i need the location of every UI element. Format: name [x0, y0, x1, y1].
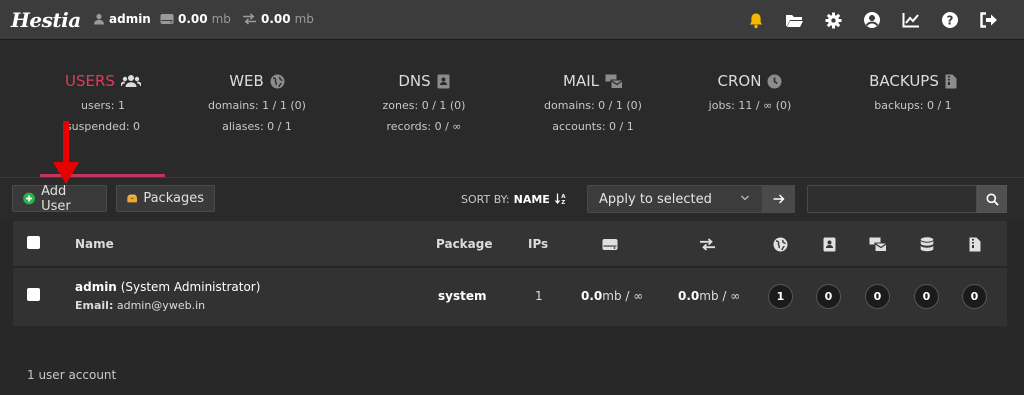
search-input[interactable]	[807, 185, 977, 213]
bell-icon[interactable]	[745, 9, 767, 31]
box-icon	[127, 194, 138, 203]
user-fullname: (System Administrator)	[120, 280, 261, 294]
row-checkbox[interactable]	[27, 288, 40, 301]
folder-icon[interactable]	[783, 9, 805, 31]
header-ips[interactable]: IPs	[528, 237, 548, 251]
address-book-icon	[820, 235, 838, 253]
hestia-logo[interactable]: Hestia	[11, 8, 81, 32]
mail-bulk-icon	[605, 74, 623, 89]
stat-users[interactable]: USERS users: 1 suspended: 0	[18, 71, 188, 133]
packages-button[interactable]: Packages	[116, 185, 215, 212]
ips-cell: 1	[535, 289, 543, 303]
sort-by-control[interactable]: SORT BY: NAME AZ	[461, 193, 567, 206]
username: admin	[75, 280, 117, 294]
mail-count-badge: 0	[865, 284, 890, 309]
gear-icon[interactable]	[822, 9, 844, 31]
user-email: Email: admin@yweb.in	[75, 299, 206, 312]
stats-panel: USERS users: 1 suspended: 0 WEB domains:…	[0, 41, 1024, 178]
mail-bulk-icon	[869, 235, 887, 253]
apply-button[interactable]	[763, 185, 795, 213]
backups-count-badge: 0	[962, 284, 987, 309]
search-icon	[986, 193, 999, 206]
file-archive-icon	[945, 74, 957, 88]
users-icon	[120, 75, 141, 87]
toolbar: Add User Packages SORT BY: NAME AZ Apply …	[0, 178, 1024, 220]
sort-alpha-icon: AZ	[555, 193, 567, 206]
svg-text:?: ?	[947, 13, 954, 27]
disk-usage: 0.00 mb	[160, 12, 231, 26]
address-book-icon	[437, 74, 450, 88]
plus-circle-icon	[23, 192, 35, 205]
globe-icon	[771, 235, 789, 253]
bandwidth-cell: 0.0mb / ∞	[678, 289, 741, 303]
stat-mail[interactable]: MAIL domains: 0 / 1 (0) accounts: 0 / 1	[508, 71, 678, 133]
svg-text:Z: Z	[562, 200, 566, 204]
logout-icon[interactable]	[977, 9, 999, 31]
disk-cell: 0.0mb / ∞	[581, 289, 644, 303]
package-cell[interactable]: system	[438, 289, 487, 303]
table-header: Name Package IPs	[13, 221, 1007, 267]
arrow-right-icon	[773, 194, 785, 204]
hdd-icon	[160, 14, 174, 24]
stat-dns[interactable]: DNS zones: 0 / 1 (0) records: 0 / ∞	[339, 71, 509, 133]
hdd-icon	[601, 235, 619, 253]
user-icon	[94, 13, 104, 25]
header-name[interactable]: Name	[75, 237, 114, 251]
table-row[interactable]: admin (System Administrator) Email: admi…	[13, 268, 1007, 326]
file-archive-icon	[966, 235, 984, 253]
user-circle-icon[interactable]	[861, 9, 883, 31]
dns-count-badge: 0	[816, 284, 841, 309]
stat-web[interactable]: WEB domains: 1 / 1 (0) aliases: 0 / 1	[172, 71, 342, 133]
chart-line-icon[interactable]	[900, 9, 922, 31]
annotation-arrow-shaft	[63, 121, 69, 165]
annotation-arrow-head	[53, 162, 79, 184]
user-count-footer: 1 user account	[27, 368, 117, 382]
header-package[interactable]: Package	[436, 237, 493, 251]
stat-cron[interactable]: CRON jobs: 11 / ∞ (0)	[665, 71, 835, 112]
select-all-checkbox[interactable]	[27, 236, 40, 249]
web-count-badge: 1	[768, 284, 793, 309]
db-count-badge: 0	[914, 284, 939, 309]
username: admin	[109, 12, 151, 26]
top-bar: Hestia admin 0.00 mb 0.00 mb ?	[0, 0, 1024, 40]
globe-icon	[270, 74, 285, 88]
current-user[interactable]: admin	[93, 12, 151, 26]
exchange-icon	[698, 235, 716, 253]
chevron-down-icon	[741, 195, 749, 201]
exchange-icon	[243, 13, 256, 25]
add-user-button[interactable]: Add User	[12, 184, 107, 214]
stat-backups[interactable]: BACKUPS backups: 0 / 1	[828, 71, 998, 112]
user-name-cell[interactable]: admin (System Administrator)	[75, 280, 260, 294]
clock-icon	[767, 74, 782, 88]
bulk-action-select[interactable]: Apply to selected	[587, 185, 763, 213]
database-icon	[918, 235, 936, 253]
search-button[interactable]	[977, 185, 1007, 213]
bandwidth-usage: 0.00 mb	[242, 12, 314, 26]
help-icon[interactable]: ?	[939, 9, 961, 31]
